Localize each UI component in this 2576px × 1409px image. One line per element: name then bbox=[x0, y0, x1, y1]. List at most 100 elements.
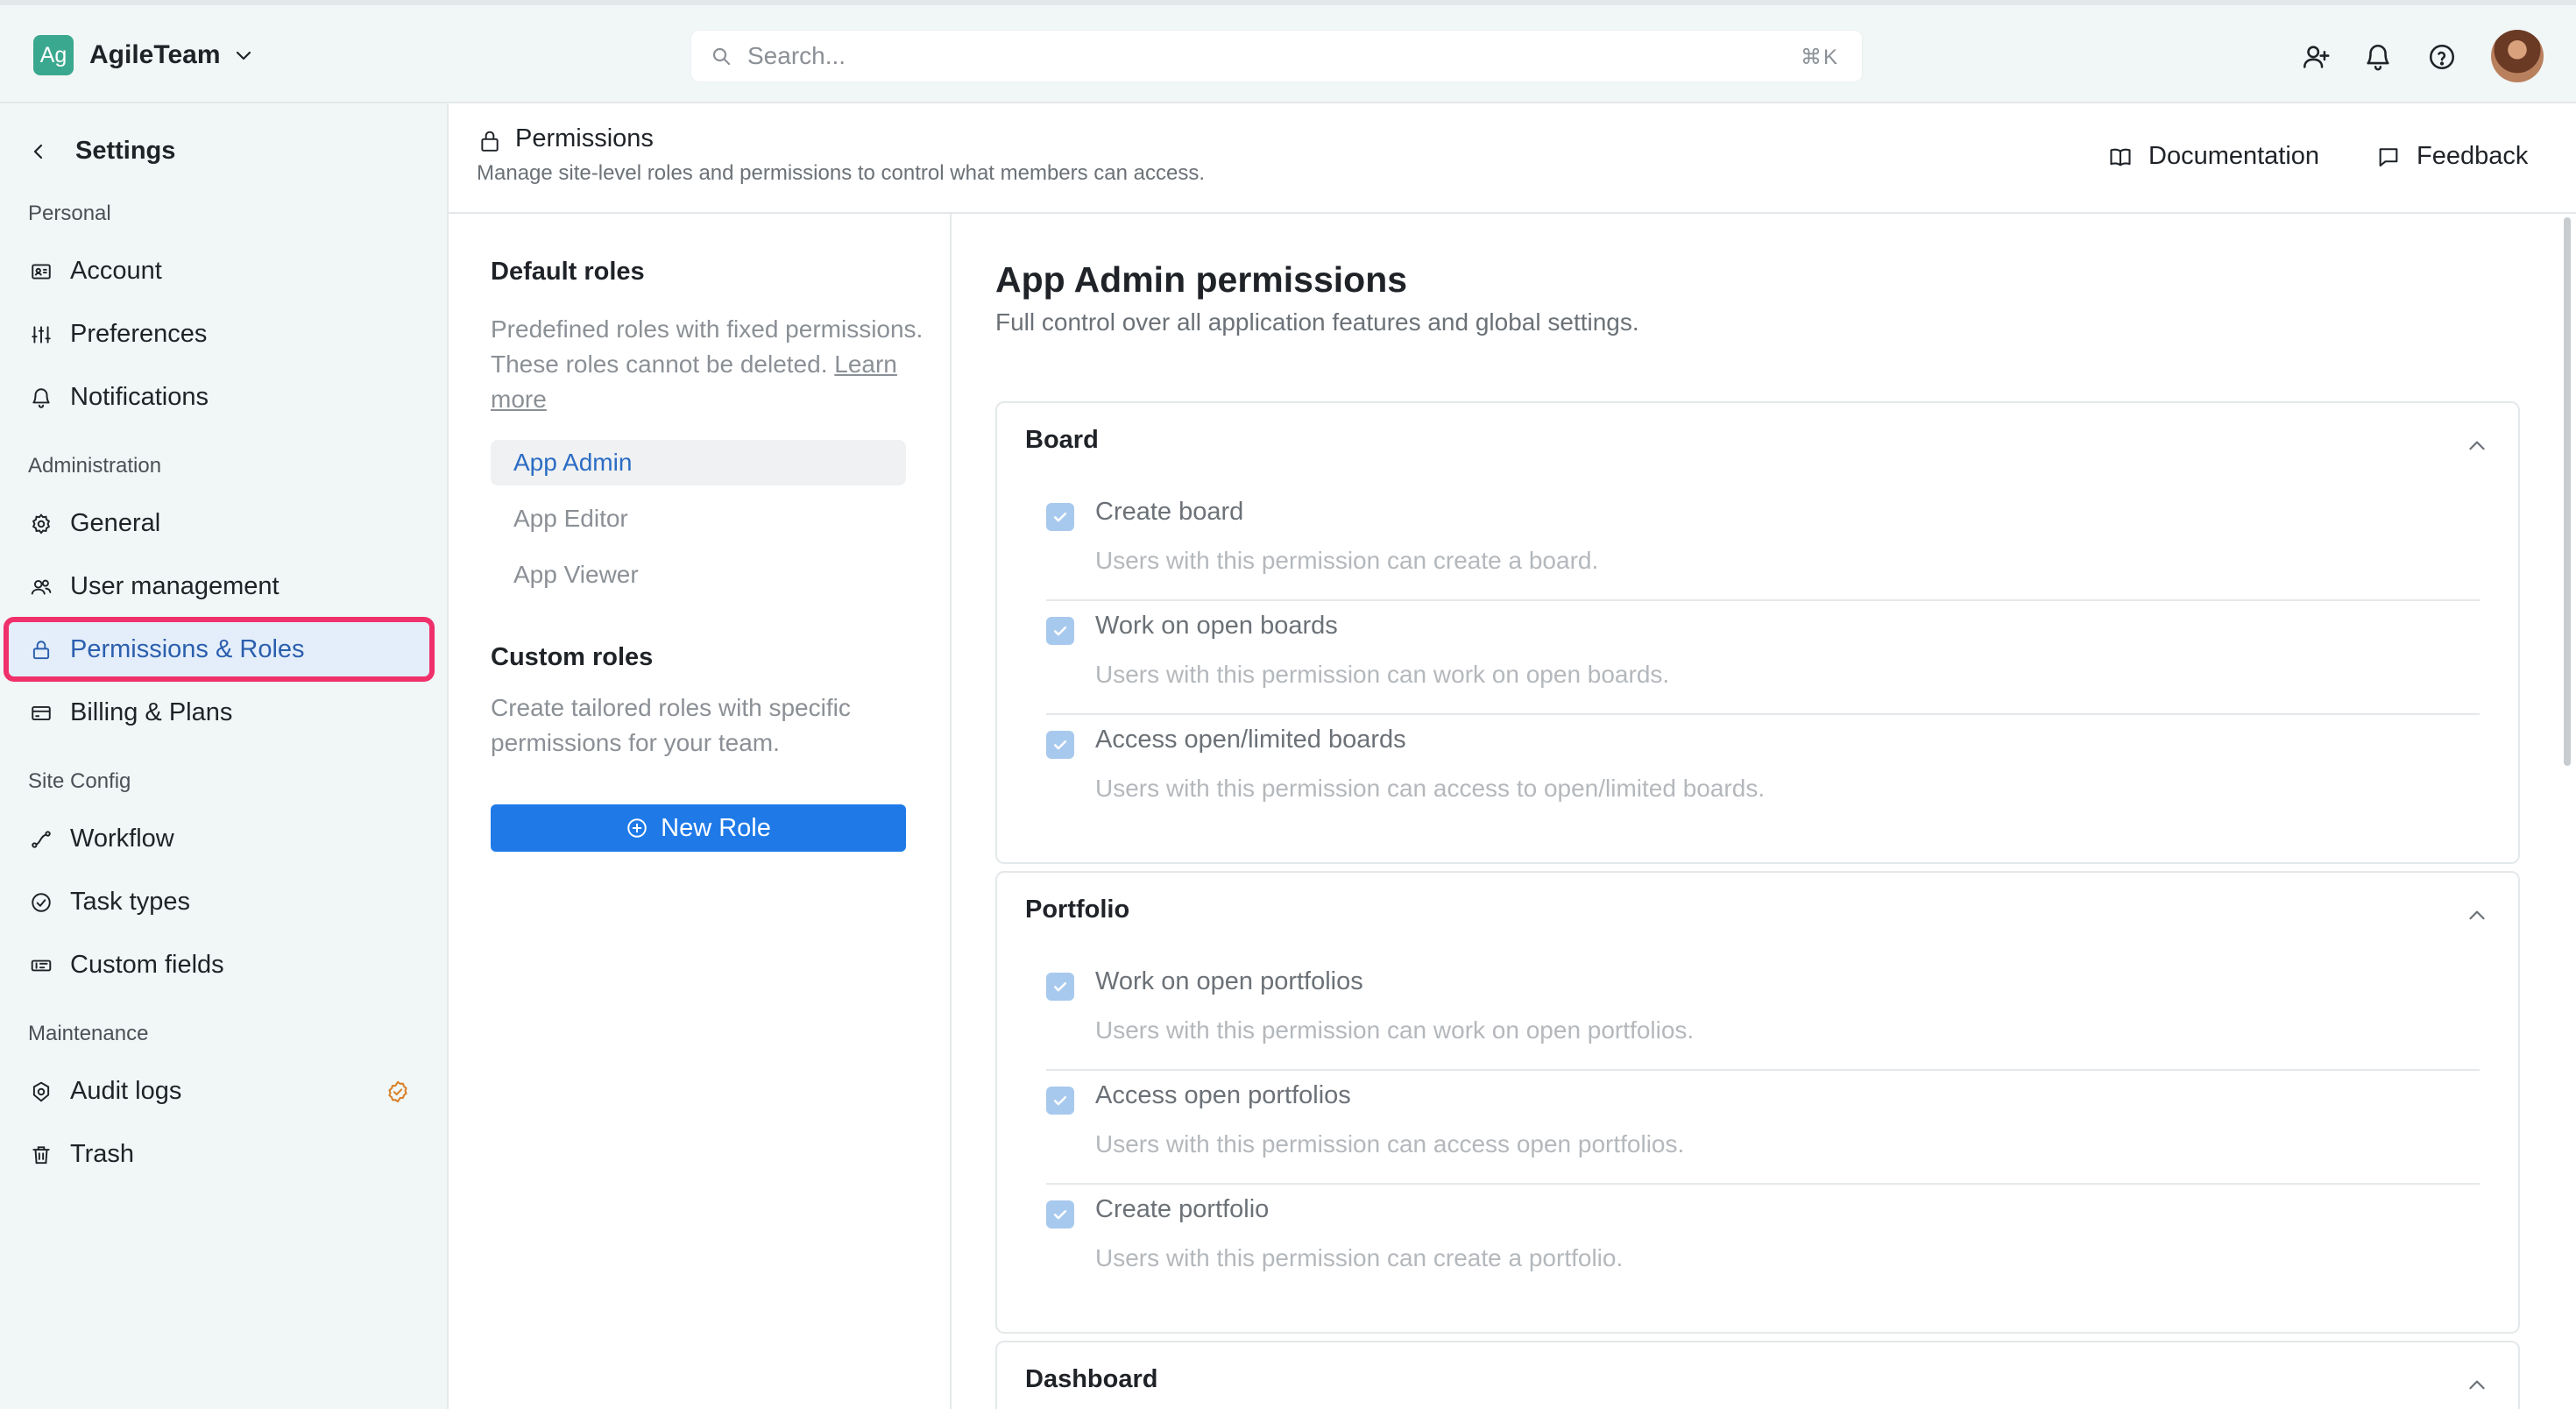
book-icon bbox=[2108, 145, 2133, 169]
sidebar-item-label: Custom fields bbox=[70, 950, 224, 979]
feedback-link[interactable]: Feedback bbox=[2376, 142, 2528, 171]
sidebar-title: Settings bbox=[75, 137, 176, 165]
roles-panel: Default roles Predefined roles with fixe… bbox=[449, 214, 952, 1409]
add-user-icon[interactable] bbox=[2301, 42, 2331, 72]
permission-description: Users with this permission can create a … bbox=[1095, 547, 1599, 574]
permission-checkbox[interactable] bbox=[1046, 973, 1074, 1001]
shield-gear-icon bbox=[30, 1080, 53, 1103]
permission-row: Create board Users with this permission … bbox=[1046, 487, 2480, 601]
permission-checkbox[interactable] bbox=[1046, 1087, 1074, 1115]
role-app-admin[interactable]: App Admin bbox=[491, 440, 906, 485]
permission-description: Users with this permission can work on o… bbox=[1095, 661, 1670, 688]
plus-circle-icon bbox=[626, 817, 648, 839]
search-bar[interactable]: Search... ⌘K bbox=[690, 30, 1863, 82]
workspace-switcher[interactable]: Ag AgileTeam bbox=[33, 35, 254, 75]
sidebar: Settings Personal Account Preferences No… bbox=[0, 103, 449, 1409]
search-icon bbox=[711, 46, 732, 67]
sidebar-item-label: Account bbox=[70, 256, 162, 285]
permission-checkbox[interactable] bbox=[1046, 731, 1074, 759]
sidebar-item-notifications[interactable]: Notifications bbox=[9, 370, 429, 424]
feedback-label: Feedback bbox=[2417, 142, 2529, 170]
custom-roles-description: Create tailored roles with specific perm… bbox=[491, 694, 851, 756]
documentation-link[interactable]: Documentation bbox=[2108, 142, 2319, 171]
group-title[interactable]: Dashboard bbox=[1025, 1365, 1157, 1394]
sidebar-item-label: General bbox=[70, 508, 161, 537]
scrollbar[interactable] bbox=[2564, 217, 2571, 766]
sidebar-item-permissions-roles[interactable]: Permissions & Roles bbox=[4, 617, 435, 682]
bell-icon bbox=[30, 386, 53, 409]
form-field-icon bbox=[30, 954, 53, 977]
chevron-up-icon[interactable] bbox=[2466, 904, 2488, 927]
sidebar-item-user-management[interactable]: User management bbox=[9, 559, 429, 613]
settings-back[interactable]: Settings bbox=[28, 137, 175, 166]
users-icon bbox=[30, 576, 53, 598]
gear-icon bbox=[30, 513, 53, 535]
sidebar-item-billing-plans[interactable]: Billing & Plans bbox=[9, 685, 429, 740]
permission-group-board: Board Create board Users with this permi… bbox=[995, 401, 2520, 864]
permission-row: Access open/limited boards Users with th… bbox=[1046, 715, 2480, 829]
chevron-up-icon[interactable] bbox=[2466, 435, 2488, 457]
credit-card-icon bbox=[30, 702, 53, 725]
permission-description: Users with this permission can access to… bbox=[1095, 775, 1766, 802]
chevron-up-icon[interactable] bbox=[2466, 1374, 2488, 1397]
group-title[interactable]: Portfolio bbox=[1025, 896, 1129, 924]
workspace-logo: Ag bbox=[33, 35, 74, 75]
permission-description: Users with this permission can access op… bbox=[1095, 1130, 1685, 1158]
check-circle-icon bbox=[30, 891, 53, 914]
sidebar-item-trash[interactable]: Trash bbox=[9, 1127, 429, 1181]
permission-checkbox[interactable] bbox=[1046, 617, 1074, 645]
permission-group-portfolio: Portfolio Work on open portfolios Users … bbox=[995, 871, 2520, 1334]
sidebar-item-label: Notifications bbox=[70, 382, 209, 411]
section-administration: Administration bbox=[28, 454, 162, 478]
section-maintenance: Maintenance bbox=[28, 1022, 149, 1045]
sidebar-item-label: Permissions & Roles bbox=[70, 634, 305, 663]
chevron-left-icon[interactable] bbox=[28, 141, 49, 162]
role-app-viewer[interactable]: App Viewer bbox=[491, 552, 906, 598]
role-permissions-subtitle: Full control over all application featur… bbox=[995, 308, 1639, 336]
group-title[interactable]: Board bbox=[1025, 426, 1099, 455]
bell-icon[interactable] bbox=[2363, 42, 2393, 72]
section-site-config: Site Config bbox=[28, 769, 131, 793]
page-title: Permissions bbox=[515, 124, 654, 152]
workflow-icon bbox=[30, 828, 53, 851]
permission-title: Create portfolio bbox=[1095, 1195, 1270, 1223]
sidebar-item-account[interactable]: Account bbox=[9, 244, 429, 298]
role-permissions-title: App Admin permissions bbox=[995, 259, 1408, 300]
sidebar-item-label: Trash bbox=[70, 1139, 135, 1168]
section-personal: Personal bbox=[28, 202, 111, 225]
sidebar-item-task-types[interactable]: Task types bbox=[9, 874, 429, 929]
id-card-icon bbox=[30, 260, 53, 283]
permission-row: Create portfolio Users with this permiss… bbox=[1046, 1185, 2480, 1299]
permission-title: Access open/limited boards bbox=[1095, 726, 1406, 754]
sidebar-item-general[interactable]: General bbox=[9, 496, 429, 550]
sidebar-item-preferences[interactable]: Preferences bbox=[9, 307, 429, 361]
custom-roles-heading: Custom roles bbox=[491, 643, 654, 671]
lock-icon bbox=[30, 639, 53, 662]
sidebar-item-custom-fields[interactable]: Custom fields bbox=[9, 938, 429, 992]
new-role-button[interactable]: New Role bbox=[491, 804, 906, 852]
default-roles-heading: Default roles bbox=[491, 258, 645, 286]
trash-icon bbox=[30, 1143, 53, 1166]
top-bar: Ag AgileTeam Search... ⌘K bbox=[0, 0, 2576, 103]
page-subtitle: Manage site-level roles and permissions … bbox=[477, 161, 1206, 185]
sliders-icon bbox=[30, 323, 53, 346]
permission-checkbox[interactable] bbox=[1046, 503, 1074, 531]
permission-row: Access open portfolios Users with this p… bbox=[1046, 1071, 2480, 1185]
permission-title: Create board bbox=[1095, 498, 1244, 526]
search-input[interactable]: Search... bbox=[747, 42, 846, 70]
permission-title: Access open portfolios bbox=[1095, 1081, 1351, 1109]
sidebar-item-workflow[interactable]: Workflow bbox=[9, 811, 429, 866]
new-role-label: New Role bbox=[661, 813, 771, 842]
permission-row: Work on open boards Users with this perm… bbox=[1046, 601, 2480, 715]
sidebar-item-label: Preferences bbox=[70, 319, 208, 348]
documentation-label: Documentation bbox=[2148, 142, 2320, 170]
permission-description: Users with this permission can create a … bbox=[1095, 1244, 1624, 1271]
sidebar-item-label: User management bbox=[70, 571, 280, 600]
help-icon[interactable] bbox=[2427, 42, 2457, 72]
role-app-editor[interactable]: App Editor bbox=[491, 496, 906, 542]
permission-checkbox[interactable] bbox=[1046, 1200, 1074, 1228]
permission-description: Users with this permission can work on o… bbox=[1095, 1016, 1695, 1044]
avatar[interactable] bbox=[2491, 30, 2544, 82]
sidebar-item-label: Workflow bbox=[70, 824, 174, 853]
sidebar-item-audit-logs[interactable]: Audit logs bbox=[9, 1064, 429, 1118]
